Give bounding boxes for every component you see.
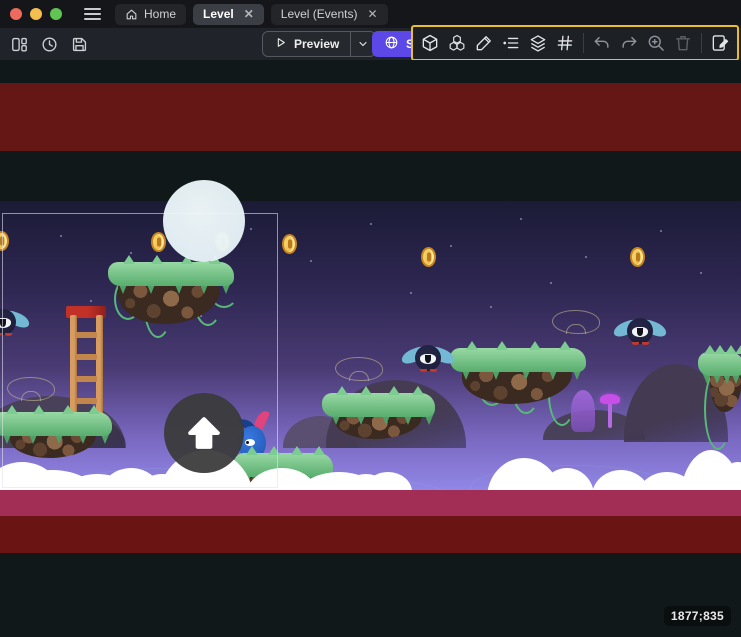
star <box>490 306 492 308</box>
scene-editor-canvas[interactable]: 1877;835 <box>0 60 741 637</box>
ground-red-band[interactable] <box>0 516 741 553</box>
maximize-window-button[interactable] <box>50 8 62 20</box>
save-icon[interactable] <box>68 33 91 56</box>
star <box>660 230 662 232</box>
edit-pencil-icon[interactable] <box>473 32 495 54</box>
close-window-button[interactable] <box>10 8 22 20</box>
coin[interactable] <box>421 247 436 267</box>
divider <box>701 33 702 53</box>
star <box>310 260 312 262</box>
star <box>700 272 702 274</box>
grass-tuft <box>529 341 541 350</box>
grass-tuft <box>412 386 424 395</box>
instances-list-icon[interactable] <box>500 32 522 54</box>
mushroom-stem[interactable] <box>608 402 612 428</box>
bat-claws <box>430 369 437 372</box>
layers-icon[interactable] <box>527 32 549 54</box>
objects-panel-icon[interactable] <box>419 32 441 54</box>
bat-claws <box>642 342 649 345</box>
hamburger-menu-icon[interactable] <box>84 8 101 20</box>
jump-arrow-button[interactable] <box>164 393 244 473</box>
coin[interactable] <box>630 247 645 267</box>
bat-claws <box>420 369 427 372</box>
toolbar: Preview Share <box>0 28 741 60</box>
tab-bar: Home Level ✕ Level (Events) ✕ <box>115 4 388 25</box>
title-bar: Home Level ✕ Level (Events) ✕ <box>0 0 741 28</box>
home-icon <box>125 8 138 21</box>
star <box>450 245 452 247</box>
platform-grass[interactable] <box>698 352 741 376</box>
divider <box>583 33 584 53</box>
platform-grass[interactable] <box>322 393 435 417</box>
redo-icon[interactable] <box>618 32 640 54</box>
mushroom-cap[interactable] <box>600 394 620 404</box>
object-groups-icon[interactable] <box>446 32 468 54</box>
sketch-outline-decoration[interactable] <box>335 357 383 381</box>
grass-tuft <box>559 341 571 350</box>
grass-tuft <box>360 386 372 395</box>
minimize-window-button[interactable] <box>30 8 42 20</box>
star <box>585 256 587 258</box>
edit-scene-properties-icon[interactable] <box>709 32 731 54</box>
globe-icon <box>384 35 399 53</box>
star <box>410 292 412 294</box>
close-tab-icon[interactable]: ✕ <box>367 8 377 20</box>
bat-claws <box>632 342 639 345</box>
zoom-in-icon[interactable] <box>645 32 667 54</box>
toolbar-left-icons <box>8 28 91 60</box>
preview-button-main[interactable]: Preview <box>263 32 350 56</box>
grass-tuft <box>388 386 400 395</box>
star <box>550 282 552 284</box>
tab-label: Level (Events) <box>281 7 358 21</box>
preview-button[interactable]: Preview <box>262 31 376 57</box>
grass-tuft <box>466 341 478 350</box>
coin[interactable] <box>282 234 297 254</box>
ground-pink-band[interactable] <box>0 490 741 516</box>
undo-icon[interactable] <box>591 32 613 54</box>
play-icon <box>274 36 287 52</box>
sketch-outline-decoration[interactable] <box>552 310 600 334</box>
moon-circle[interactable] <box>163 180 245 262</box>
tab-label: Home <box>144 7 176 21</box>
grass-tuft <box>291 446 303 455</box>
top-lava-band[interactable] <box>0 83 741 151</box>
tab-level-events[interactable]: Level (Events) ✕ <box>271 4 388 25</box>
tab-level[interactable]: Level ✕ <box>193 4 264 25</box>
preview-label: Preview <box>294 37 339 51</box>
bat-eye <box>420 354 436 364</box>
chevron-down-icon <box>357 38 369 50</box>
grass-tuft <box>735 345 741 354</box>
delete-icon[interactable] <box>672 32 694 54</box>
project-manager-icon[interactable] <box>8 33 31 56</box>
grass-tuft <box>496 341 508 350</box>
tab-label: Level <box>203 7 234 21</box>
history-icon[interactable] <box>38 33 61 56</box>
grass-tuft <box>336 386 348 395</box>
grid-icon[interactable] <box>554 32 576 54</box>
star <box>370 223 372 225</box>
star <box>520 218 522 220</box>
cursor-coordinates-badge: 1877;835 <box>664 606 731 626</box>
platform-grass[interactable] <box>450 348 586 372</box>
bat-eye <box>632 327 648 337</box>
tab-home[interactable]: Home <box>115 4 186 25</box>
grass-tuft <box>313 446 325 455</box>
close-tab-icon[interactable]: ✕ <box>244 8 254 20</box>
highlighted-tools-group <box>411 25 739 61</box>
